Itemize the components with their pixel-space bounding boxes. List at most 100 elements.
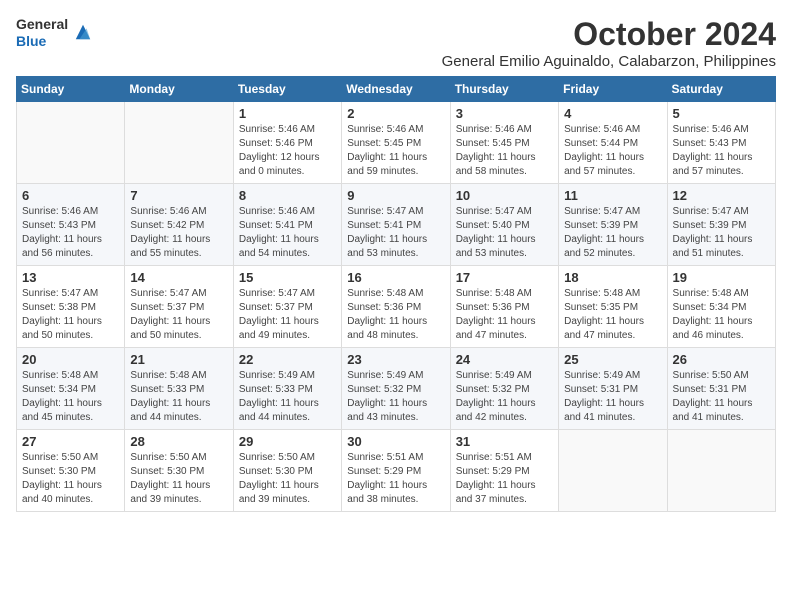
day-number: 6 (22, 188, 119, 203)
day-number: 27 (22, 434, 119, 449)
day-number: 5 (673, 106, 770, 121)
day-number: 21 (130, 352, 227, 367)
day-number: 14 (130, 270, 227, 285)
calendar-cell: 25 Sunrise: 5:49 AMSunset: 5:31 PMDayligh… (559, 348, 667, 430)
calendar-cell: 19 Sunrise: 5:48 AMSunset: 5:34 PMDayligh… (667, 266, 775, 348)
day-info: Sunrise: 5:46 AMSunset: 5:45 PMDaylight:… (347, 123, 444, 179)
calendar-cell: 21 Sunrise: 5:48 AMSunset: 5:33 PMDayligh… (125, 348, 233, 430)
header-wednesday: Wednesday (342, 77, 450, 102)
day-number: 12 (673, 188, 770, 203)
day-info: Sunrise: 5:50 AMSunset: 5:30 PMDaylight:… (130, 451, 227, 507)
calendar-cell: 13 Sunrise: 5:47 AMSunset: 5:38 PMDayligh… (17, 266, 125, 348)
calendar-cell: 10Sunrise: 5:47 AMSunset: 5:40 PMDayligh… (450, 184, 558, 266)
calendar-cell: 5 Sunrise: 5:46 AMSunset: 5:43 PMDaylight… (667, 102, 775, 184)
day-number: 19 (673, 270, 770, 285)
day-info: Sunrise: 5:49 AMSunset: 5:33 PMDaylight:… (239, 369, 336, 425)
calendar-cell: 31Sunrise: 5:51 AMSunset: 5:29 PMDayligh… (450, 430, 558, 512)
header-saturday: Saturday (667, 77, 775, 102)
calendar-cell: 3 Sunrise: 5:46 AMSunset: 5:45 PMDaylight… (450, 102, 558, 184)
week-row-3: 20 Sunrise: 5:48 AMSunset: 5:34 PMDayligh… (17, 348, 776, 430)
calendar-cell: 12 Sunrise: 5:47 AMSunset: 5:39 PMDayligh… (667, 184, 775, 266)
day-info: Sunrise: 5:50 AMSunset: 5:30 PMDaylight:… (239, 451, 336, 507)
day-info: Sunrise: 5:46 AMSunset: 5:45 PMDaylight:… (456, 123, 553, 179)
day-info: Sunrise: 5:49 AMSunset: 5:31 PMDaylight:… (564, 369, 661, 425)
day-number: 7 (130, 188, 227, 203)
calendar-cell: 26 Sunrise: 5:50 AMSunset: 5:31 PMDayligh… (667, 348, 775, 430)
day-number: 17 (456, 270, 553, 285)
day-info: Sunrise: 5:47 AMSunset: 5:37 PMDaylight:… (239, 287, 336, 343)
logo: General Blue (16, 16, 92, 50)
week-row-2: 13 Sunrise: 5:47 AMSunset: 5:38 PMDayligh… (17, 266, 776, 348)
day-info: Sunrise: 5:48 AMSunset: 5:33 PMDaylight:… (130, 369, 227, 425)
day-info: Sunrise: 5:47 AMSunset: 5:38 PMDaylight:… (22, 287, 119, 343)
day-info: Sunrise: 5:46 AMSunset: 5:43 PMDaylight:… (22, 205, 119, 261)
title-block: October 2024 General Emilio Aguinaldo, C… (442, 16, 776, 70)
calendar-cell (559, 430, 667, 512)
week-row-4: 27 Sunrise: 5:50 AMSunset: 5:30 PMDayligh… (17, 430, 776, 512)
day-number: 2 (347, 106, 444, 121)
day-info: Sunrise: 5:48 AMSunset: 5:36 PMDaylight:… (456, 287, 553, 343)
day-number: 26 (673, 352, 770, 367)
calendar-cell: 20 Sunrise: 5:48 AMSunset: 5:34 PMDayligh… (17, 348, 125, 430)
calendar-cell: 6 Sunrise: 5:46 AMSunset: 5:43 PMDaylight… (17, 184, 125, 266)
day-info: Sunrise: 5:46 AMSunset: 5:44 PMDaylight:… (564, 123, 661, 179)
page-container: General Blue October 2024 General Emilio… (16, 16, 776, 512)
calendar-cell: 27 Sunrise: 5:50 AMSunset: 5:30 PMDayligh… (17, 430, 125, 512)
day-info: Sunrise: 5:49 AMSunset: 5:32 PMDaylight:… (347, 369, 444, 425)
day-info: Sunrise: 5:51 AMSunset: 5:29 PMDaylight:… (456, 451, 553, 507)
header-thursday: Thursday (450, 77, 558, 102)
day-info: Sunrise: 5:47 AMSunset: 5:39 PMDaylight:… (564, 205, 661, 261)
calendar-cell: 15Sunrise: 5:47 AMSunset: 5:37 PMDayligh… (233, 266, 341, 348)
day-info: Sunrise: 5:49 AMSunset: 5:32 PMDaylight:… (456, 369, 553, 425)
calendar-cell: 28 Sunrise: 5:50 AMSunset: 5:30 PMDayligh… (125, 430, 233, 512)
day-number: 18 (564, 270, 661, 285)
calendar-cell: 14Sunrise: 5:47 AMSunset: 5:37 PMDayligh… (125, 266, 233, 348)
logo-blue: Blue (16, 33, 68, 50)
day-number: 8 (239, 188, 336, 203)
day-info: Sunrise: 5:47 AMSunset: 5:40 PMDaylight:… (456, 205, 553, 261)
month-title: October 2024 (442, 16, 776, 53)
day-info: Sunrise: 5:46 AMSunset: 5:43 PMDaylight:… (673, 123, 770, 179)
day-number: 23 (347, 352, 444, 367)
day-number: 25 (564, 352, 661, 367)
day-number: 13 (22, 270, 119, 285)
calendar-cell: 11 Sunrise: 5:47 AMSunset: 5:39 PMDayligh… (559, 184, 667, 266)
calendar-cell: 9Sunrise: 5:47 AMSunset: 5:41 PMDaylight… (342, 184, 450, 266)
calendar-cell: 29 Sunrise: 5:50 AMSunset: 5:30 PMDayligh… (233, 430, 341, 512)
week-row-0: 1 Sunrise: 5:46 AMSunset: 5:46 PMDaylight… (17, 102, 776, 184)
day-number: 28 (130, 434, 227, 449)
day-number: 29 (239, 434, 336, 449)
calendar-cell: 4 Sunrise: 5:46 AMSunset: 5:44 PMDaylight… (559, 102, 667, 184)
logo-text: General Blue (16, 16, 68, 50)
day-info: Sunrise: 5:48 AMSunset: 5:34 PMDaylight:… (673, 287, 770, 343)
day-info: Sunrise: 5:46 AMSunset: 5:46 PMDaylight:… (239, 123, 336, 179)
header-tuesday: Tuesday (233, 77, 341, 102)
calendar-cell: 8Sunrise: 5:46 AMSunset: 5:41 PMDaylight… (233, 184, 341, 266)
day-number: 16 (347, 270, 444, 285)
day-number: 1 (239, 106, 336, 121)
day-number: 11 (564, 188, 661, 203)
header-sunday: Sunday (17, 77, 125, 102)
calendar-cell: 22 Sunrise: 5:49 AMSunset: 5:33 PMDayligh… (233, 348, 341, 430)
day-number: 22 (239, 352, 336, 367)
calendar-cell (667, 430, 775, 512)
calendar-cell: 16 Sunrise: 5:48 AMSunset: 5:36 PMDayligh… (342, 266, 450, 348)
day-info: Sunrise: 5:48 AMSunset: 5:36 PMDaylight:… (347, 287, 444, 343)
day-info: Sunrise: 5:51 AMSunset: 5:29 PMDaylight:… (347, 451, 444, 507)
day-number: 30 (347, 434, 444, 449)
day-info: Sunrise: 5:48 AMSunset: 5:34 PMDaylight:… (22, 369, 119, 425)
day-info: Sunrise: 5:46 AMSunset: 5:42 PMDaylight:… (130, 205, 227, 261)
header: General Blue October 2024 General Emilio… (16, 16, 776, 70)
day-number: 4 (564, 106, 661, 121)
day-number: 3 (456, 106, 553, 121)
day-info: Sunrise: 5:50 AMSunset: 5:31 PMDaylight:… (673, 369, 770, 425)
calendar-cell: 24Sunrise: 5:49 AMSunset: 5:32 PMDayligh… (450, 348, 558, 430)
day-info: Sunrise: 5:50 AMSunset: 5:30 PMDaylight:… (22, 451, 119, 507)
header-monday: Monday (125, 77, 233, 102)
logo-icon (74, 23, 92, 41)
day-info: Sunrise: 5:47 AMSunset: 5:39 PMDaylight:… (673, 205, 770, 261)
calendar-cell: 18Sunrise: 5:48 AMSunset: 5:35 PMDayligh… (559, 266, 667, 348)
week-row-1: 6 Sunrise: 5:46 AMSunset: 5:43 PMDaylight… (17, 184, 776, 266)
day-number: 20 (22, 352, 119, 367)
logo-general: General (16, 16, 68, 33)
